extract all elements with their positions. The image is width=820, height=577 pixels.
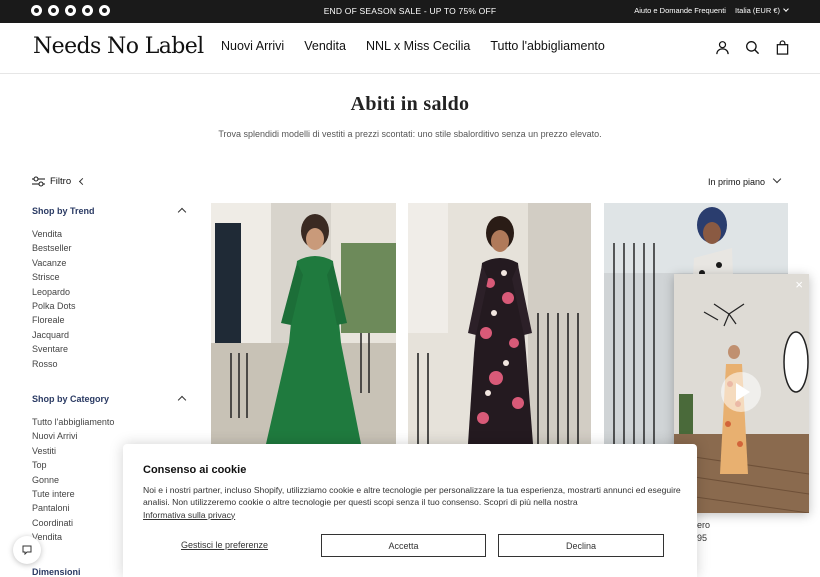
- nav-item-all-clothing[interactable]: Tutto l'abbigliamento: [490, 39, 605, 53]
- cookie-body-text: Noi e i nostri partner, incluso Shopify,…: [143, 485, 681, 508]
- product-card[interactable]: [408, 203, 591, 444]
- chat-icon: [22, 545, 32, 555]
- product-image-green-dress: [211, 203, 396, 444]
- play-icon[interactable]: [721, 372, 761, 412]
- announcement-bar: END OF SEASON SALE - UP TO 75% OFF Aiuto…: [0, 0, 820, 23]
- category-list: Tutto l'abbigliamento Nuovi Arrivi Vesti…: [32, 415, 114, 545]
- trend-heading[interactable]: Shop by Trend: [32, 206, 187, 217]
- category-heading-label: Shop by Category: [32, 394, 110, 404]
- product-card[interactable]: [211, 203, 396, 444]
- sidebar-item-category[interactable]: Pantaloni: [32, 501, 114, 515]
- privacy-link[interactable]: Informativa sulla privacy: [143, 510, 235, 520]
- sidebar-item-trend[interactable]: Leopardo: [32, 285, 76, 299]
- site-header: Needs No Label Nuovi Arrivi Vendita NNL …: [0, 23, 820, 74]
- filter-label: Filtro: [50, 176, 72, 187]
- sidebar-item-trend[interactable]: Vacanze: [32, 256, 76, 270]
- chevron-left-icon: [79, 177, 87, 186]
- main-nav: Nuovi Arrivi Vendita NNL x Miss Cecilia …: [221, 39, 605, 53]
- chevron-up-icon: [177, 395, 187, 405]
- chevron-down-icon: [772, 174, 782, 184]
- decline-button[interactable]: Declina: [498, 534, 664, 557]
- locale-label: Italia (EUR €): [734, 6, 780, 15]
- filter-icon: [32, 176, 45, 187]
- sort-label: In primo piano: [707, 177, 765, 187]
- logo[interactable]: Needs No Label: [33, 34, 204, 59]
- close-icon[interactable]: ×: [795, 278, 803, 291]
- cookie-consent-banner: Consenso ai cookie Noi e i nostri partne…: [123, 444, 697, 577]
- chat-button[interactable]: [13, 536, 41, 564]
- sidebar-item-category[interactable]: Tutto l'abbigliamento: [32, 415, 114, 429]
- sidebar-item-category[interactable]: Gonne: [32, 473, 114, 487]
- sidebar-item-trend[interactable]: Jacquard: [32, 328, 76, 342]
- sidebar-item-category[interactable]: Coordinati: [32, 516, 114, 530]
- locale-selector[interactable]: Italia (EUR €): [734, 6, 789, 15]
- sidebar-item-trend[interactable]: Floreale: [32, 313, 76, 327]
- accept-button[interactable]: Accetta: [321, 534, 486, 557]
- cart-icon[interactable]: [775, 40, 790, 55]
- manage-preferences-link[interactable]: Gestisci le preferenze: [181, 540, 268, 550]
- sidebar-item-trend[interactable]: Vendita: [32, 227, 76, 241]
- sidebar-item-category[interactable]: Vestiti: [32, 444, 114, 458]
- page-subtitle: Trova splendidi modelli di vestiti a pre…: [218, 129, 602, 139]
- trend-heading-label: Shop by Trend: [32, 206, 95, 216]
- sidebar-item-trend[interactable]: Sventare: [32, 342, 76, 356]
- sidebar-item-category[interactable]: Top: [32, 458, 114, 472]
- sort-select[interactable]: In primo piano: [707, 174, 782, 187]
- filter-toggle[interactable]: Filtro: [32, 176, 87, 187]
- product-price-partial: 95: [697, 533, 708, 543]
- sidebar-item-trend[interactable]: Bestseller: [32, 241, 76, 255]
- help-link[interactable]: Aiuto e Domande Frequenti: [634, 6, 726, 15]
- chevron-up-icon: [177, 207, 187, 217]
- product-image-floral-dress: [408, 203, 591, 444]
- account-icon[interactable]: [715, 40, 730, 55]
- nav-item-collab[interactable]: NNL x Miss Cecilia: [366, 39, 470, 53]
- cookie-title: Consenso ai cookie: [143, 464, 247, 476]
- sidebar-item-trend[interactable]: Strisce: [32, 270, 76, 284]
- sidebar-item-category[interactable]: Tute intere: [32, 487, 114, 501]
- product-name-partial: ero: [697, 520, 711, 530]
- nav-item-sale[interactable]: Vendita: [304, 39, 346, 53]
- sidebar-item-trend[interactable]: Polka Dots: [32, 299, 76, 313]
- category-heading[interactable]: Shop by Category: [32, 394, 187, 405]
- sidebar-item-category[interactable]: Nuovi Arrivi: [32, 429, 114, 443]
- search-icon[interactable]: [745, 40, 760, 55]
- trend-list: Vendita Bestseller Vacanze Strisce Leopa…: [32, 227, 76, 371]
- sidebar-item-trend[interactable]: Rosso: [32, 357, 76, 371]
- chevron-down-icon: [783, 6, 789, 12]
- sidebar-item-category[interactable]: Vendita: [32, 530, 114, 544]
- cookie-body: Noi e i nostri partner, incluso Shopify,…: [143, 484, 683, 521]
- page-title: Abiti in saldo: [350, 93, 470, 115]
- nav-item-new-arrivals[interactable]: Nuovi Arrivi: [221, 39, 284, 53]
